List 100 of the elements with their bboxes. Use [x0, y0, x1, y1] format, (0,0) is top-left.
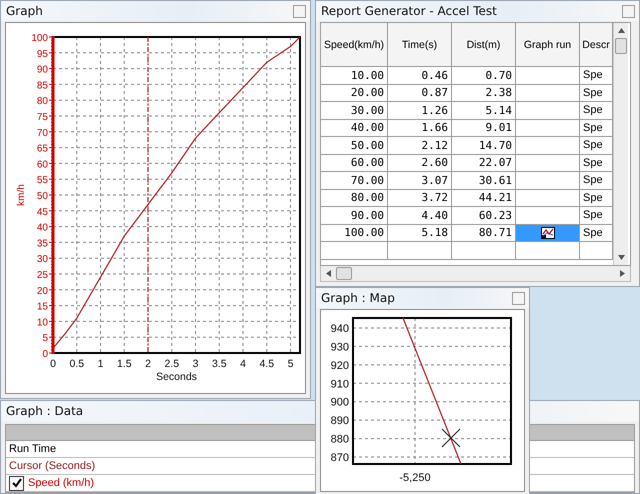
y-tick-label: 920 [330, 360, 349, 372]
horizontal-scrollbar[interactable] [320, 266, 631, 282]
scroll-right-icon[interactable] [620, 270, 625, 277]
graph-icon[interactable] [540, 226, 554, 239]
x-tick-label: 3.5 [212, 358, 227, 370]
y-tick-label: 880 [330, 434, 349, 446]
cursor-line[interactable] [147, 37, 149, 353]
table-cell: 20.00 [321, 84, 388, 102]
scroll-thumb[interactable] [615, 38, 627, 54]
column-header[interactable]: Speed(km/h) [321, 23, 388, 67]
column-header[interactable]: Graph run [516, 23, 580, 67]
x-tick-label: 5 [288, 358, 294, 370]
table-cell[interactable] [516, 137, 580, 154]
window-title: Graph : Data [6, 404, 84, 418]
table-cell: 4.40 [388, 207, 452, 224]
table-cell: 40.00 [321, 120, 388, 137]
empty-table-cell[interactable] [452, 242, 516, 260]
empty-table-cell[interactable] [516, 242, 580, 260]
y-tick-label: 20 [36, 286, 48, 297]
table-cell[interactable] [516, 154, 580, 172]
x-tick-label: 2.5 [164, 358, 180, 370]
table-cell: 60.00 [321, 154, 388, 172]
table-cell[interactable] [516, 84, 580, 102]
scroll-down-icon[interactable] [618, 255, 624, 260]
scroll-up-icon[interactable] [618, 28, 624, 33]
column-header[interactable]: Time(s) [388, 23, 452, 67]
table-cell: 90.00 [321, 207, 388, 224]
table-cell[interactable] [516, 224, 580, 242]
x-tick-label: 2 [145, 358, 151, 370]
table-cell: 80.00 [321, 190, 388, 207]
row-label: Run Time [9, 443, 56, 455]
window-title: Graph : Map [321, 291, 395, 305]
y-tick-label: 10 [36, 317, 48, 328]
column-header[interactable]: Dist(m) [452, 23, 516, 67]
y-tick-label: 40 [36, 222, 48, 234]
y-tick-label: 50 [36, 191, 48, 202]
x-tick-label: 4 [240, 358, 246, 370]
table-cell: 1.66 [388, 120, 452, 137]
table-cell: 10.00 [321, 67, 388, 84]
table-cell: 1.26 [388, 102, 452, 120]
x-tick-label: -5,250 [399, 472, 431, 484]
y-tick-label: 910 [330, 378, 349, 390]
table-cell[interactable] [516, 172, 580, 190]
close-button[interactable] [512, 292, 525, 304]
table-cell: 30.00 [321, 102, 388, 120]
vertical-scrollbar[interactable] [613, 23, 628, 265]
y-tick-label: 870 [330, 452, 349, 464]
empty-table-cell[interactable] [321, 242, 388, 260]
y-tick-label: 60 [36, 159, 48, 170]
y-tick-label: 45 [36, 206, 48, 218]
y-tick-label: 90 [36, 64, 48, 76]
y-tick-label: 35 [36, 238, 48, 250]
close-button[interactable] [293, 4, 306, 18]
table-cell: 5.18 [388, 224, 452, 242]
table-cell: 3.72 [388, 190, 452, 207]
column-header[interactable]: Descr [580, 23, 613, 67]
table-cell[interactable] [516, 67, 580, 84]
table-cell: 22.07 [452, 154, 516, 172]
empty-table-cell[interactable] [388, 242, 452, 260]
channel-label: Speed (km/h) [28, 477, 94, 489]
table-cell: 14.70 [452, 137, 516, 154]
table-cell: 9.01 [452, 120, 516, 137]
x-axis-title: Seconds [156, 371, 197, 383]
table-cell: 3.07 [388, 172, 452, 190]
table-cell: 0.46 [388, 67, 452, 84]
table-cell: 50.00 [321, 137, 388, 154]
scroll-left-icon[interactable] [326, 270, 331, 277]
x-tick-label: 0.5 [69, 358, 84, 370]
y-tick-label: 75 [36, 112, 48, 123]
table-cell[interactable] [516, 190, 580, 207]
table-cell: 2.38 [452, 84, 516, 102]
x-tick-label: 0 [50, 358, 56, 370]
y-tick-label: 70 [36, 128, 48, 139]
y-tick-label: 15 [36, 302, 48, 313]
y-tick-label: 30 [36, 254, 48, 266]
x-tick-label: 1.5 [116, 358, 132, 370]
x-tick-label: 3 [192, 358, 198, 370]
y-tick-label: 0 [42, 349, 48, 360]
x-tick-label: 1 [98, 358, 104, 370]
scroll-thumb[interactable] [336, 267, 352, 280]
table-cell: 70.00 [321, 172, 388, 190]
y-tick-label: 900 [330, 396, 349, 409]
y-tick-label: 55 [36, 175, 48, 186]
x-tick-label: 4.5 [259, 358, 274, 370]
y-tick-label: 85 [36, 80, 48, 92]
table-cell: 100.00 [321, 224, 388, 242]
table-cell[interactable] [516, 120, 580, 137]
checkbox[interactable] [9, 476, 24, 490]
y-tick-label: 80 [36, 96, 48, 108]
table-cell[interactable] [516, 102, 580, 120]
table-cell: 0.87 [388, 84, 452, 102]
y-tick-label: 95 [36, 48, 48, 60]
y-tick-label: 930 [330, 341, 349, 354]
table-cell: 5.14 [452, 102, 516, 120]
window-title: Report Generator - Accel Test [321, 4, 497, 18]
close-button[interactable] [622, 4, 635, 18]
y-tick-label: 940 [330, 323, 349, 335]
position-marker-icon [442, 428, 460, 448]
y-tick-label: 890 [330, 415, 349, 428]
table-cell: 2.12 [388, 137, 452, 154]
